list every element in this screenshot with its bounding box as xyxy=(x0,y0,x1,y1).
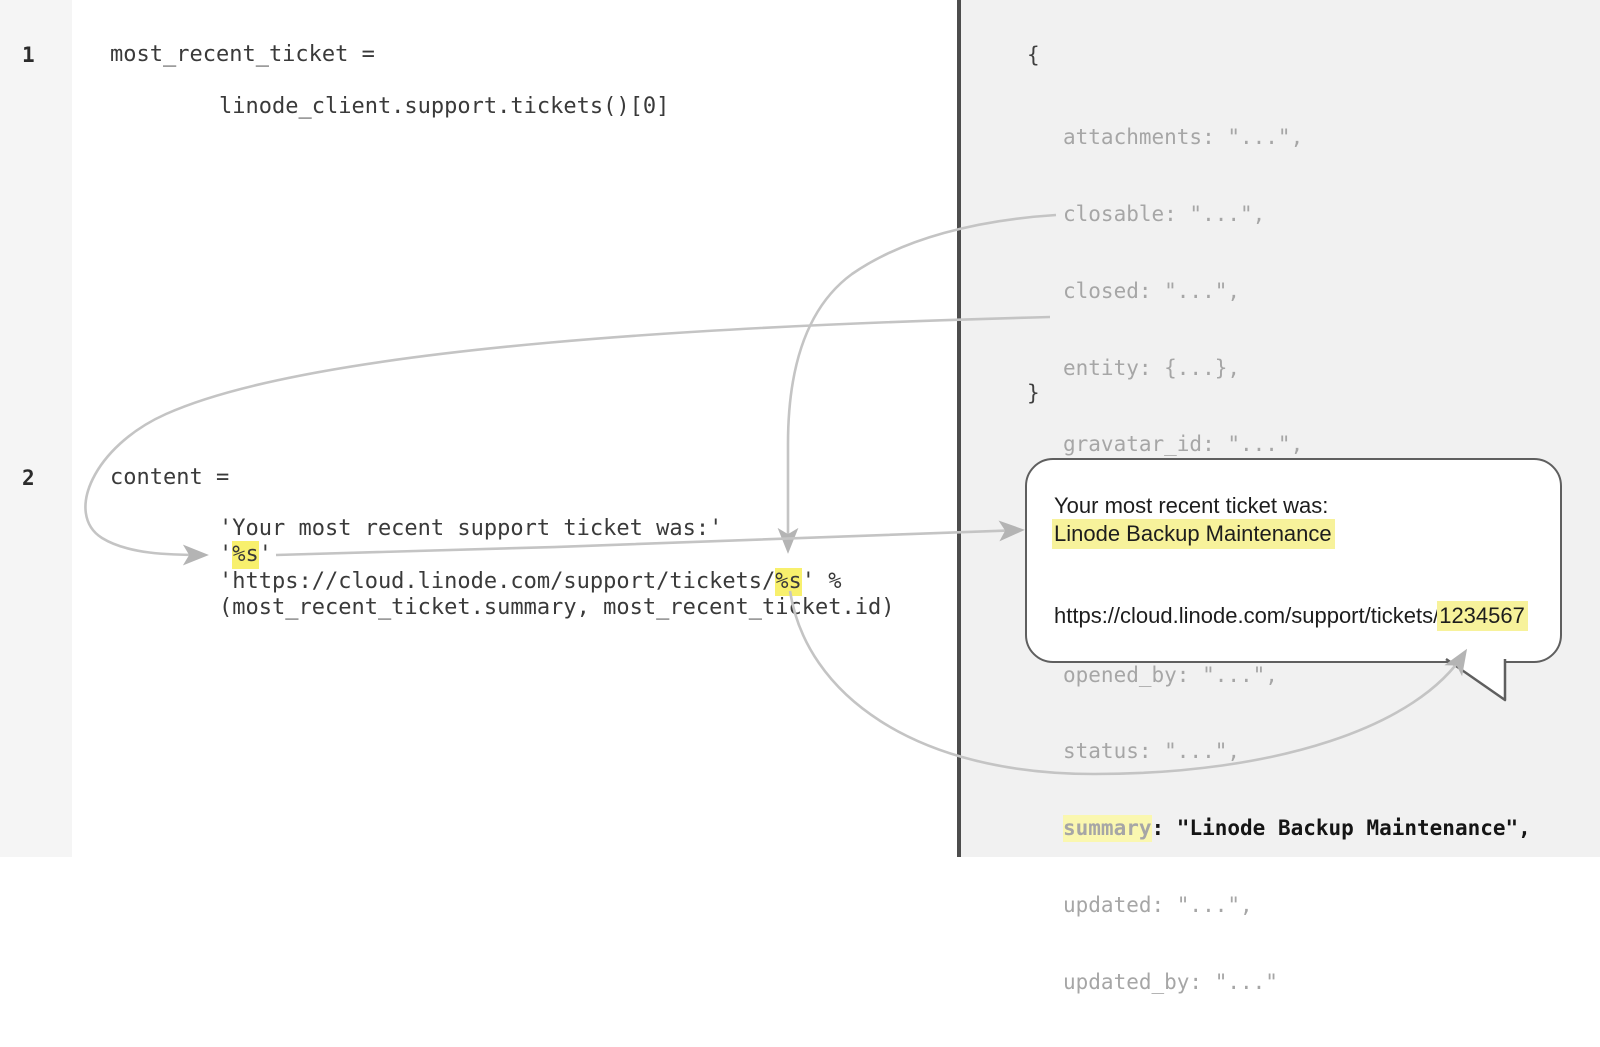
code-line-placeholder-summary: '%s' xyxy=(219,542,272,568)
code-line-format-args: (most_recent_ticket.summary, most_recent… xyxy=(219,595,895,621)
json-field-summary: summary: "Linode Backup Maintenance", xyxy=(1063,816,1531,842)
line-number-1: 1 xyxy=(22,42,35,68)
diagram-canvas: 1 2 most_recent_ticket = linode_client.s… xyxy=(0,0,1600,857)
json-field-attachments: attachments: "...", xyxy=(1063,125,1531,151)
json-field-updated-by: updated_by: "..." xyxy=(1063,970,1531,996)
code-line-url-placeholder-id: 'https://cloud.linode.com/support/ticket… xyxy=(219,569,842,595)
json-field-closed: closed: "...", xyxy=(1063,279,1531,305)
json-field-gravatar-id: gravatar_id: "...", xyxy=(1063,432,1531,458)
code-line-assignment-ticket: most_recent_ticket = xyxy=(110,42,375,68)
bubble-summary-line: Linode Backup Maintenance xyxy=(1054,520,1550,548)
code-line-string-intro: 'Your most recent support ticket was:' xyxy=(219,516,722,542)
json-close-brace: } xyxy=(1027,380,1040,406)
code-line-tickets-call: linode_client.support.tickets()[0] xyxy=(219,94,669,120)
json-field-status: status: "...", xyxy=(1063,739,1531,765)
line-number-gutter: 1 2 xyxy=(0,0,72,857)
line-number-2: 2 xyxy=(22,465,35,491)
bubble-intro-line: Your most recent ticket was: xyxy=(1054,492,1550,520)
json-field-closable: closable: "...", xyxy=(1063,202,1531,228)
json-field-updated: updated: "...", xyxy=(1063,893,1531,919)
bubble-ticket-url: https://cloud.linode.com/support/tickets… xyxy=(1054,602,1550,630)
code-line-assignment-content: content = xyxy=(110,465,229,491)
json-open-brace: { xyxy=(1027,42,1040,68)
json-field-opened-by: opened_by: "...", xyxy=(1063,663,1531,689)
json-field-entity: entity: {...}, xyxy=(1063,356,1531,382)
result-bubble: Your most recent ticket was: Linode Back… xyxy=(1025,458,1562,663)
